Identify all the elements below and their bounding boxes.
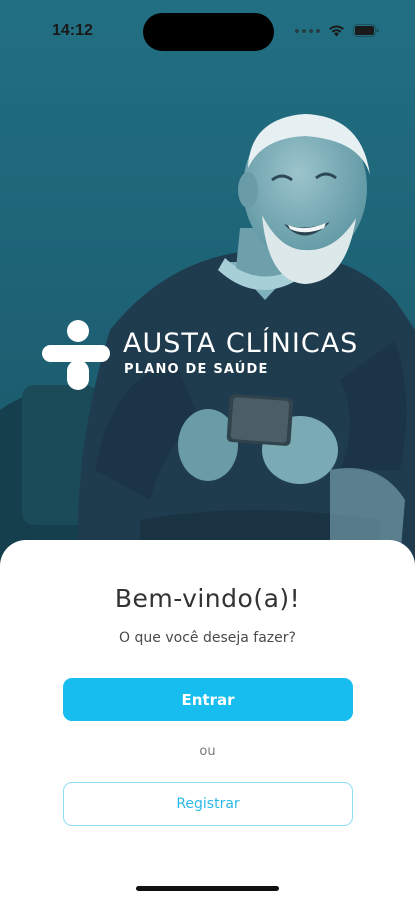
cross-logo-icon	[42, 320, 110, 390]
brand-name: AUSTA CLÍNICAS	[123, 328, 359, 359]
brand-tagline: PLANO DE SAÚDE	[124, 362, 269, 377]
or-separator: ou	[199, 744, 216, 759]
hero-section: 14:12 AUSTA CLÍNICAS PLANO DE SAÚDE	[0, 0, 415, 580]
dynamic-island	[143, 13, 274, 51]
home-indicator[interactable]	[136, 886, 279, 891]
wifi-icon	[329, 25, 344, 37]
status-icons	[295, 24, 379, 37]
register-button[interactable]: Registrar	[63, 782, 353, 826]
status-time: 14:12	[52, 22, 93, 39]
brand-logo: AUSTA CLÍNICAS PLANO DE SAÚDE	[42, 320, 382, 390]
signal-icon	[295, 28, 320, 33]
status-bar: 14:12	[0, 0, 415, 60]
welcome-sheet: Bem-vindo(a)! O que você deseja fazer? E…	[0, 540, 415, 900]
battery-icon	[353, 24, 379, 37]
login-button[interactable]: Entrar	[63, 678, 353, 721]
welcome-subtitle: O que você deseja fazer?	[119, 630, 296, 646]
welcome-title: Bem-vindo(a)!	[114, 584, 301, 613]
hero-photo	[0, 0, 415, 580]
